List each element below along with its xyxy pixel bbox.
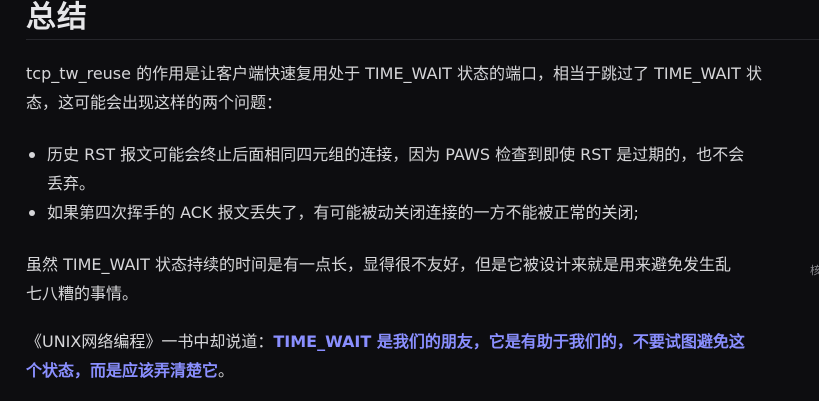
- paragraph-quote: 《UNIX网络编程》一书中却说道：TIME_WAIT 是我们的朋友，它是有助于我…: [26, 327, 813, 385]
- section-heading: 总结: [26, 0, 88, 35]
- list-item: 历史 RST 报文可能会终止后面相同四元组的连接，因为 PAWS 检查到即使 R…: [26, 140, 813, 198]
- quote-emphasis: TIME_WAIT 是我们的朋友，它是有助于我们的，不要试图避免这: [273, 332, 745, 351]
- quote-suffix: 。: [218, 361, 235, 380]
- paragraph-line: 态，这可能会出现这样的两个问题：: [26, 93, 283, 112]
- list-item: 如果第四次挥手的 ACK 报文丢失了，有可能被动关闭连接的一方不能被正常的关闭;: [26, 198, 813, 227]
- bullet-icon: [29, 152, 35, 158]
- paragraph-line: 虽然 TIME_WAIT 状态持续的时间是有一点长，显得很不友好，但是它被设计来…: [26, 255, 731, 274]
- list-item-line: 历史 RST 报文可能会终止后面相同四元组的连接，因为 PAWS 检查到即使 R…: [47, 145, 745, 164]
- quote-prefix: 《UNIX网络编程》一书中却说道：: [26, 332, 274, 351]
- problem-list: 历史 RST 报文可能会终止后面相同四元组的连接，因为 PAWS 检查到即使 R…: [26, 140, 813, 227]
- list-item-line: 如果第四次挥手的 ACK 报文丢失了，有可能被动关闭连接的一方不能被正常的关闭;: [47, 203, 639, 222]
- list-item-line: 丢弃。: [47, 174, 96, 193]
- paragraph-tcp-tw-reuse: tcp_tw_reuse 的作用是让客户端快速复用处于 TIME_WAIT 状态…: [26, 59, 813, 117]
- article-page: 总结 tcp_tw_reuse 的作用是让客户端快速复用处于 TIME_WAIT…: [0, 0, 819, 401]
- paragraph-time-wait: 虽然 TIME_WAIT 状态持续的时间是有一点长，显得很不友好，但是它被设计来…: [26, 250, 813, 308]
- sidebar-edge-glyph: 核: [810, 264, 819, 277]
- paragraph-line: 七八糟的事情。: [26, 284, 139, 303]
- quote-emphasis: 个状态，而是应该弄清楚它: [26, 361, 219, 380]
- paragraph-line: tcp_tw_reuse 的作用是让客户端快速复用处于 TIME_WAIT 状态…: [26, 64, 762, 83]
- heading-divider: [26, 39, 819, 40]
- bullet-icon: [29, 210, 35, 216]
